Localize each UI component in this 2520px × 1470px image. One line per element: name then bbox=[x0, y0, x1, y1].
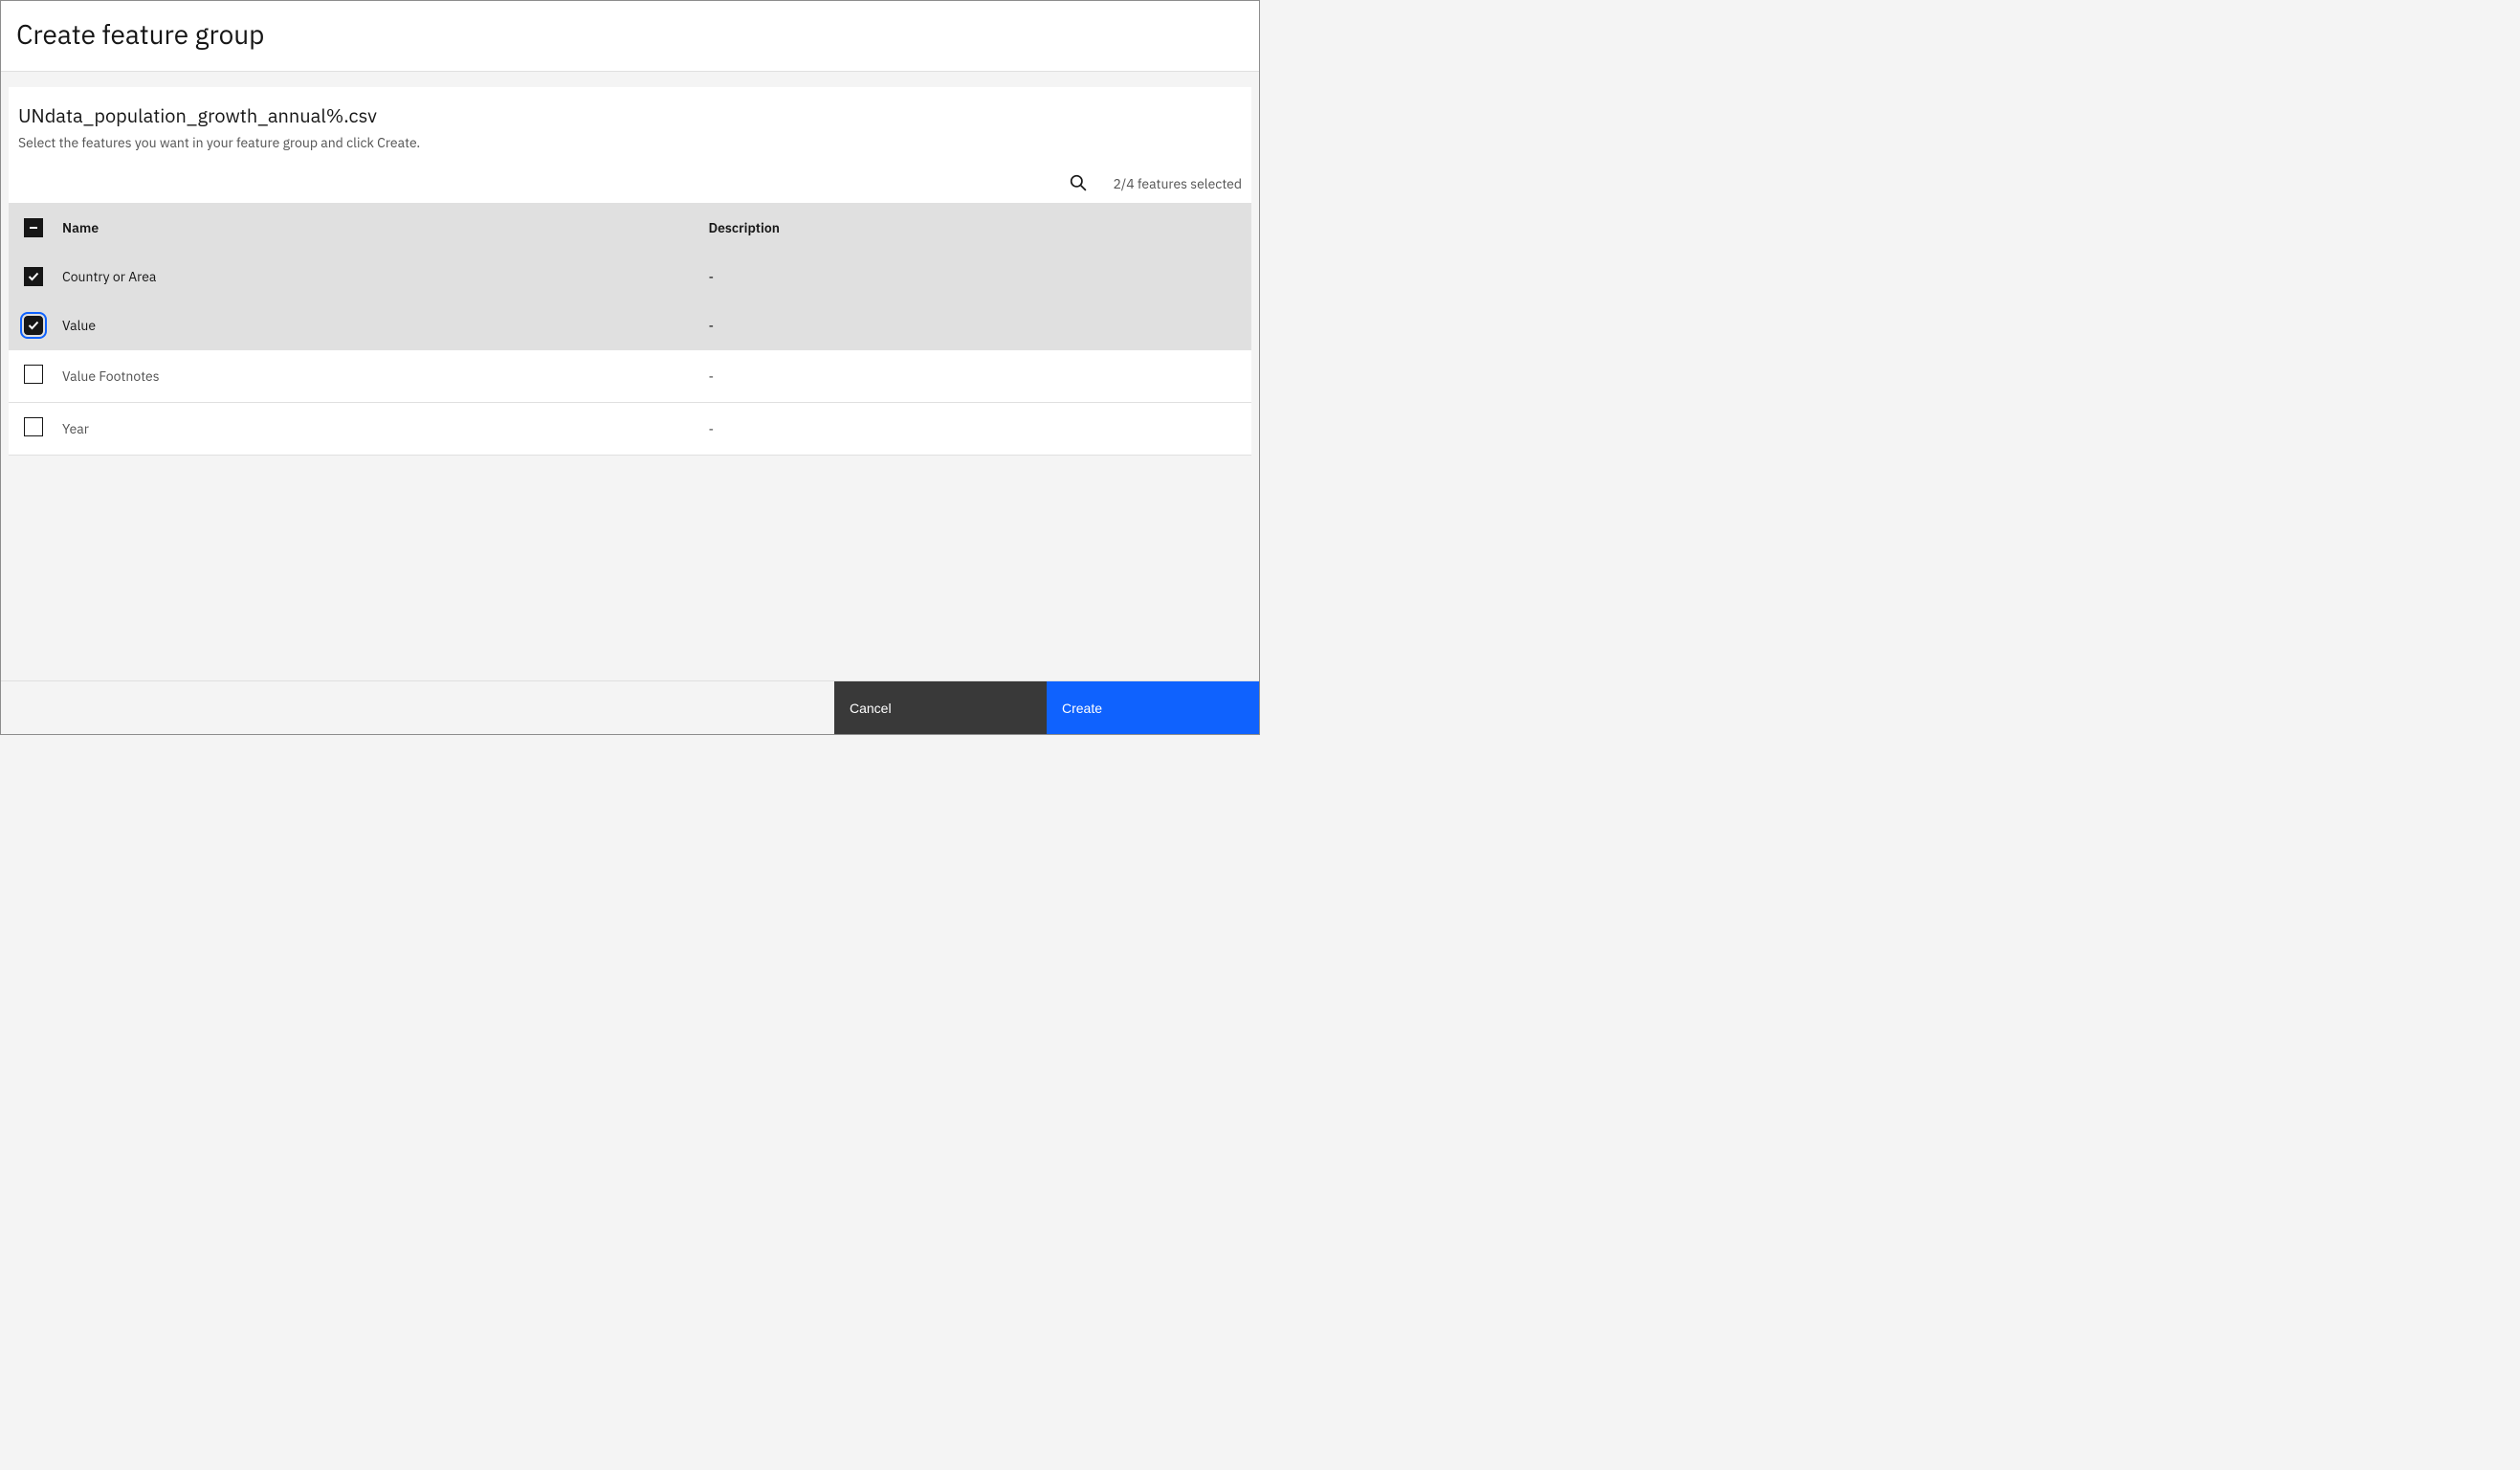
row-checkbox[interactable] bbox=[24, 267, 43, 286]
checkbox-cell bbox=[9, 350, 55, 403]
checkbox-cell bbox=[9, 403, 55, 456]
search-button[interactable] bbox=[1067, 172, 1090, 195]
feature-card: UNdata_population_growth_annual%.csv Sel… bbox=[9, 87, 1251, 456]
row-checkbox[interactable] bbox=[24, 316, 43, 335]
table-header-row: Name Description bbox=[9, 203, 1251, 253]
feature-description-cell: - bbox=[700, 403, 1251, 456]
select-all-checkbox[interactable] bbox=[24, 218, 43, 237]
column-header-description: Description bbox=[700, 203, 1251, 253]
card-header: UNdata_population_growth_annual%.csv Sel… bbox=[9, 87, 1251, 165]
checkbox-cell bbox=[9, 301, 55, 350]
search-icon bbox=[1070, 174, 1087, 194]
column-header-name: Name bbox=[55, 203, 700, 253]
feature-name-cell: Country or Area bbox=[55, 253, 700, 301]
cancel-button[interactable]: Cancel bbox=[834, 681, 1047, 734]
feature-name-cell: Value Footnotes bbox=[55, 350, 700, 403]
file-name: UNdata_population_growth_annual%.csv bbox=[18, 102, 1242, 128]
table-row: Year- bbox=[9, 403, 1251, 456]
feature-name-cell: Value bbox=[55, 301, 700, 350]
select-all-header bbox=[9, 203, 55, 253]
feature-name-cell: Year bbox=[55, 403, 700, 456]
feature-description-cell: - bbox=[700, 301, 1251, 350]
table-row: Value Footnotes- bbox=[9, 350, 1251, 403]
row-checkbox[interactable] bbox=[24, 365, 43, 384]
page-title: Create feature group bbox=[16, 16, 1244, 52]
table-row: Country or Area- bbox=[9, 253, 1251, 301]
create-button[interactable]: Create bbox=[1047, 681, 1259, 734]
checkbox-cell bbox=[9, 253, 55, 301]
page-header: Create feature group bbox=[1, 1, 1259, 72]
table-row: Value- bbox=[9, 301, 1251, 350]
selection-status: 2/4 features selected bbox=[1113, 175, 1242, 192]
features-table: Name Description Country or Area-Value-V… bbox=[9, 203, 1251, 456]
footer-bar: Cancel Create bbox=[1, 680, 1259, 734]
feature-description-cell: - bbox=[700, 253, 1251, 301]
instruction-text: Select the features you want in your fea… bbox=[18, 134, 1242, 151]
row-checkbox[interactable] bbox=[24, 417, 43, 436]
content-area: UNdata_population_growth_annual%.csv Sel… bbox=[1, 72, 1259, 680]
feature-description-cell: - bbox=[700, 350, 1251, 403]
table-toolbar: 2/4 features selected bbox=[9, 165, 1251, 203]
